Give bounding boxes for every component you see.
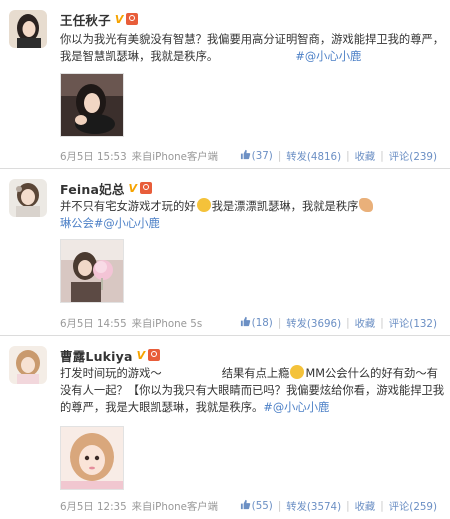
favorite-button[interactable]: 收藏 [350, 315, 381, 330]
username[interactable]: 王任秋子 [60, 10, 111, 29]
post-body: 我是漂漂凯瑟琳，我就是秩序 [211, 200, 359, 213]
post-tag[interactable]: #@小心小鹿 [263, 401, 329, 414]
post-text: 并不只有宅女游戏才玩的好 我是漂漂凯瑟琳，我就是秩序 琳公会#@小心小鹿 [60, 198, 445, 232]
avatar[interactable] [9, 10, 47, 48]
post-body: 打发时间玩的游戏～ [60, 367, 162, 380]
post-text: 你以为我光有美貌没有智慧？我偏要用高分证明智商，游戏能捍卫我的尊严，我是智慧凯瑟… [60, 31, 445, 65]
comment-button[interactable]: 评论(259) [384, 498, 442, 513]
member-icon [126, 13, 139, 25]
avatar[interactable] [9, 179, 47, 217]
thumb-up-icon [240, 499, 250, 510]
verified-badge: V [128, 181, 138, 195]
post-image[interactable] [60, 239, 124, 303]
laugh-emoji-icon [290, 365, 305, 379]
like-count: (37) [251, 150, 273, 162]
flex-arm-emoji-icon [359, 198, 374, 212]
username[interactable]: 曹露Lukiya [60, 346, 133, 365]
post-source[interactable]: 来自iPhone客户端 [132, 498, 218, 513]
verified-badge: V [136, 348, 146, 362]
thumb-up-icon [240, 316, 250, 327]
post-meta: 6月5日 15:53 来自iPhone客户端 (37) | 转发(4816) |… [60, 148, 442, 164]
weibo-feed: 王任秋子 V 你以为我光有美貌没有智慧？我偏要用高分证明智商，游戏能捍卫我的尊严… [0, 0, 450, 519]
post-actions: (18) | 转发(3696) | 收藏 | 评论(132) [235, 315, 442, 330]
post-actions: (55) | 转发(3574) | 收藏 | 评论(259) [235, 498, 442, 513]
repost-button[interactable]: 转发(3696) [281, 315, 346, 330]
post-image[interactable] [60, 426, 124, 490]
like-count: (18) [251, 317, 273, 329]
post-time[interactable]: 6月5日 12:35 [60, 498, 127, 513]
comment-button[interactable]: 评论(239) [384, 148, 442, 163]
user-row: 曹露Lukiya V [60, 346, 161, 365]
post-meta: 6月5日 12:35 来自iPhone客户端 (55) | 转发(3574) |… [60, 498, 442, 514]
smile-emoji-icon [196, 198, 211, 212]
user-row: Feina妃总 V [60, 179, 153, 198]
post-tag-prefix[interactable]: 琳公会 [60, 217, 94, 230]
post-body: 你以为我光有美貌没有智慧？我偏要用高分证明智商，游戏能捍卫我的尊严，我是智慧凯瑟… [60, 33, 445, 63]
post-tag[interactable]: #@小心小鹿 [94, 217, 160, 230]
favorite-button[interactable]: 收藏 [350, 498, 381, 513]
post: Feina妃总 V 并不只有宅女游戏才玩的好 我是漂漂凯瑟琳，我就是秩序 琳公会#… [0, 169, 450, 335]
like-button[interactable]: (55) [235, 499, 278, 512]
repost-button[interactable]: 转发(3574) [281, 498, 346, 513]
post: 王任秋子 V 你以为我光有美貌没有智慧？我偏要用高分证明智商，游戏能捍卫我的尊严… [0, 0, 450, 168]
thumb-up-icon [240, 149, 250, 160]
member-icon [140, 182, 153, 194]
like-count: (55) [251, 500, 273, 512]
post-time[interactable]: 6月5日 14:55 [60, 315, 127, 330]
post-actions: (37) | 转发(4816) | 收藏 | 评论(239) [235, 148, 442, 163]
like-button[interactable]: (18) [235, 316, 278, 329]
username[interactable]: Feina妃总 [60, 179, 125, 198]
post: 曹露Lukiya V 打发时间玩的游戏～ 结果有点上瘾 MM公会什么的好有劲～有没有… [0, 336, 450, 519]
post-text: 打发时间玩的游戏～ 结果有点上瘾 MM公会什么的好有劲～有没有人一起？【你以为我只有… [60, 365, 445, 416]
post-time[interactable]: 6月5日 15:53 [60, 148, 127, 163]
post-image[interactable] [60, 73, 124, 137]
verified-badge: V [114, 12, 124, 26]
member-icon [148, 349, 161, 361]
like-button[interactable]: (37) [235, 149, 278, 162]
post-meta: 6月5日 14:55 来自iPhone 5s (18) | 转发(3696) |… [60, 315, 442, 331]
comment-button[interactable]: 评论(132) [384, 315, 442, 330]
repost-button[interactable]: 转发(4816) [281, 148, 346, 163]
post-body: 并不只有宅女游戏才玩的好 [60, 200, 196, 213]
post-source[interactable]: 来自iPhone客户端 [132, 148, 218, 163]
post-tag[interactable]: #@小心小鹿 [295, 50, 361, 63]
avatar[interactable] [9, 346, 47, 384]
post-source[interactable]: 来自iPhone 5s [132, 315, 203, 330]
post-body: 结果有点上瘾 [221, 367, 290, 380]
favorite-button[interactable]: 收藏 [350, 148, 381, 163]
user-row: 王任秋子 V [60, 10, 139, 29]
